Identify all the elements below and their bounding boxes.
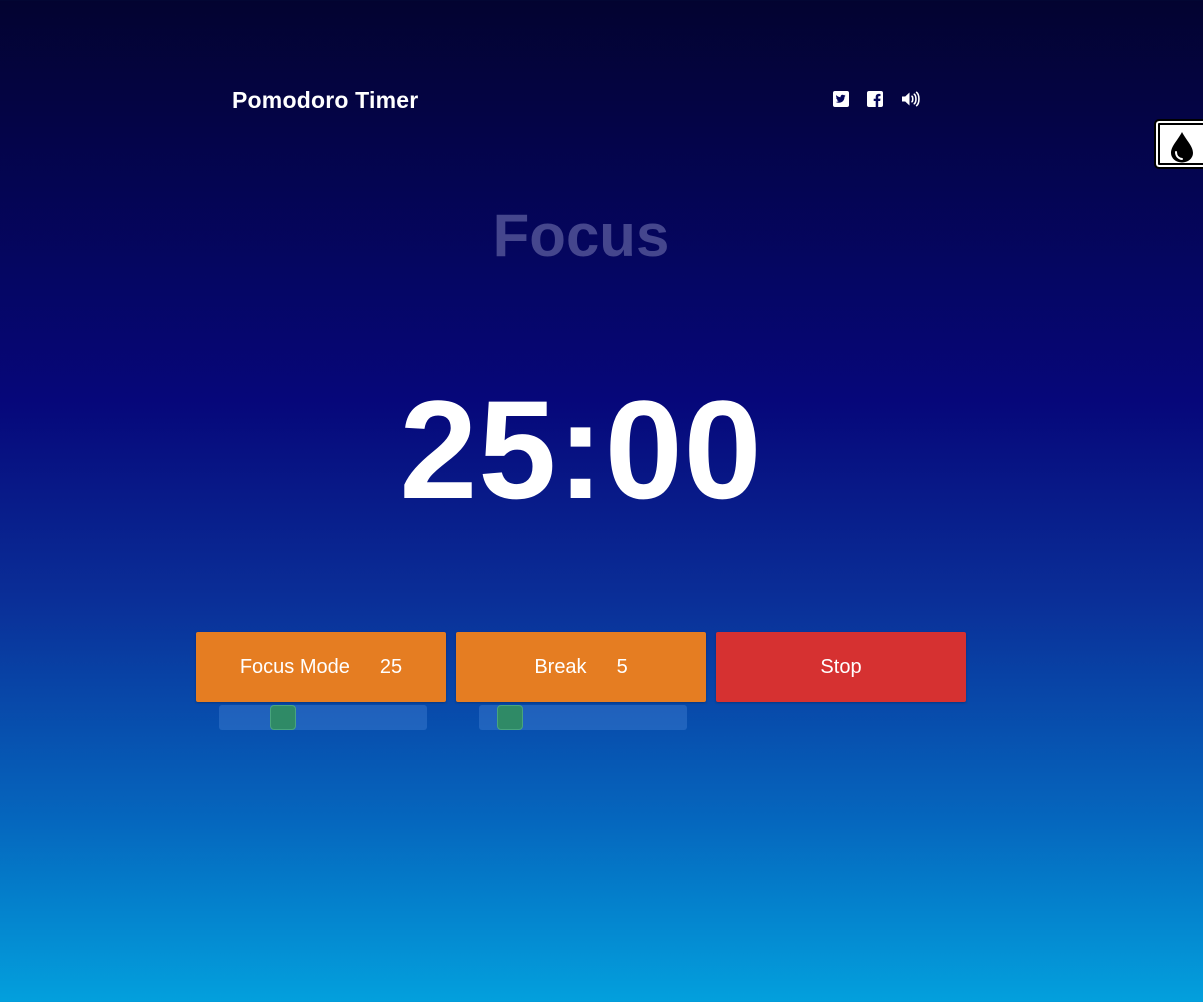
break-slider-thumb[interactable] [497,705,523,730]
mode-label: Focus [492,202,670,269]
theme-toggle-button[interactable] [1154,119,1203,169]
break-value: 5 [616,655,628,678]
focus-mode-button[interactable]: Focus Mode 25 [196,632,446,702]
focus-slider-thumb[interactable] [270,705,296,730]
drop-icon [1171,132,1193,163]
stop-button[interactable]: Stop [716,632,966,702]
volume-icon[interactable] [901,90,921,108]
twitter-icon[interactable] [832,90,850,108]
focus-mode-value: 25 [379,655,403,678]
break-duration-slider[interactable] [479,705,687,730]
break-button[interactable]: Break 5 [456,632,706,702]
break-label: Break [534,655,587,678]
focus-duration-slider[interactable] [219,705,427,730]
stop-label: Stop [820,655,862,678]
focus-mode-label: Focus Mode [239,655,350,678]
facebook-icon[interactable] [866,90,884,108]
timer-display: 25:00 [399,371,763,528]
app-title: Pomodoro Timer [232,87,419,113]
